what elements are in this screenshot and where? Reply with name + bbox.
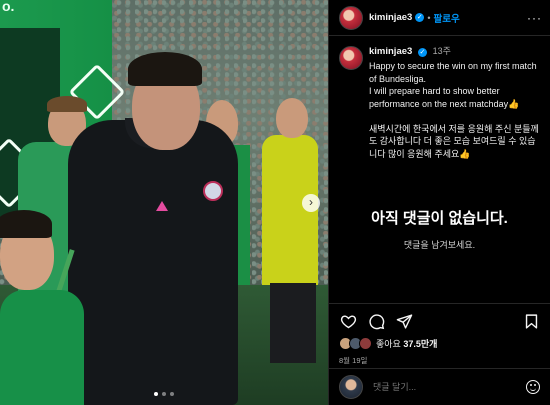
caption: kiminjae3 ✓ 13주 Happy to secure the win … (329, 36, 550, 160)
steward-head (276, 98, 308, 138)
action-bar (329, 304, 550, 330)
empty-comments-subtitle: 댓글을 남겨보세요. (403, 240, 476, 250)
heart-icon[interactable] (339, 312, 357, 330)
steward-legs (270, 283, 316, 363)
main-player-hair (128, 52, 202, 86)
viewer-avatar (339, 375, 363, 399)
header-username[interactable]: kiminjae3 (369, 12, 412, 23)
main-player-jacket (68, 120, 238, 405)
carousel-next-button[interactable]: › (302, 194, 320, 212)
separator-dot: • (427, 12, 431, 23)
post-photo[interactable]: o. › (0, 0, 328, 405)
mascot-child-hair (0, 210, 52, 238)
post-viewer: o. › kiminjae3 ✓ • 팔로우 ··· kiminjae3 ✓ 1… (0, 0, 550, 405)
likes-text[interactable]: 좋아요 37.5만개 (376, 337, 437, 350)
follow-button[interactable]: 팔로우 (433, 11, 459, 25)
comment-icon[interactable] (367, 312, 385, 330)
avatar[interactable] (339, 5, 363, 30)
post-header: kiminjae3 ✓ • 팔로우 ··· (329, 0, 550, 36)
caption-meta: kiminjae3 ✓ 13주 (369, 44, 539, 57)
caption-username[interactable]: kiminjae3 (369, 46, 412, 57)
comment-box (329, 368, 550, 405)
club-badge-icon (203, 181, 223, 201)
verified-badge-icon: ✓ (417, 48, 427, 57)
carousel-dots (154, 392, 174, 396)
teammate-hair (47, 96, 87, 112)
post-sidebar: kiminjae3 ✓ • 팔로우 ··· kiminjae3 ✓ 13주 Ha… (328, 0, 550, 405)
bookmark-icon[interactable] (522, 312, 540, 330)
liker-avatar (359, 337, 372, 350)
likes-row[interactable]: 좋아요 37.5만개 (329, 330, 550, 350)
share-icon[interactable] (395, 312, 413, 330)
carousel-dot (170, 392, 174, 396)
comment-input[interactable] (371, 381, 515, 393)
mascot-child (0, 290, 84, 405)
wall-text: o. (2, 0, 15, 14)
caption-text: Happy to secure the win on my first matc… (369, 61, 539, 159)
verified-badge-icon: ✓ (415, 13, 425, 22)
carousel-dot (154, 392, 158, 396)
caption-time[interactable]: 13주 (433, 46, 451, 56)
post-date[interactable]: 8월 19일 (329, 350, 550, 366)
post-actions-section: 좋아요 37.5만개 8월 19일 (329, 303, 550, 366)
empty-comments-title: 아직 댓글이 없습니다. (371, 210, 508, 227)
emoji-icon[interactable] (526, 380, 540, 394)
empty-comments: 아직 댓글이 없습니다. 댓글을 남겨보세요. (329, 207, 550, 251)
caption-body: kiminjae3 ✓ 13주 Happy to secure the win … (369, 44, 539, 160)
more-options-icon[interactable]: ··· (527, 11, 542, 25)
liker-avatars (339, 337, 372, 350)
carousel-dot (162, 392, 166, 396)
likes-label: 좋아요 (376, 339, 401, 349)
likes-count: 37.5만개 (403, 339, 438, 349)
caption-avatar[interactable] (339, 46, 363, 70)
